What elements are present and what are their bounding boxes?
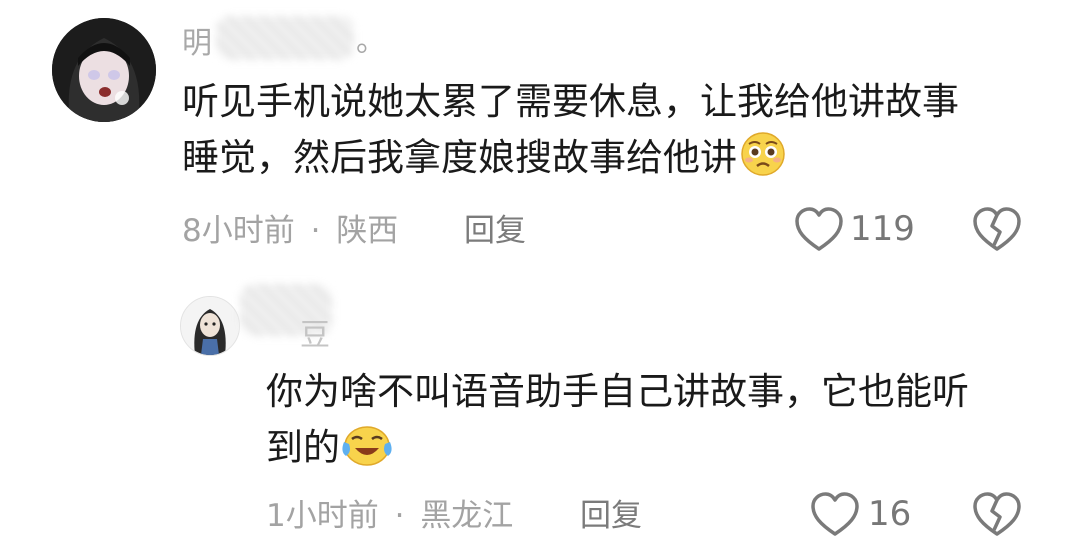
timestamp: 1小时前 bbox=[266, 498, 379, 534]
author-name-redaction bbox=[216, 16, 354, 60]
comment-text: 听见手机说她太累了需要休息，让我给他讲故事 睡觉，然后我拿度娘搜故事给他讲 bbox=[182, 74, 1062, 194]
heart-icon bbox=[810, 492, 860, 538]
dislike-button[interactable] bbox=[972, 207, 1024, 253]
like-button[interactable]: 16 bbox=[810, 490, 920, 538]
meta-separator: · bbox=[394, 498, 405, 534]
author-name-suffix: 。 bbox=[356, 24, 386, 59]
dislike-button[interactable] bbox=[972, 492, 1024, 538]
laughing-crying-face-icon bbox=[342, 422, 392, 484]
like-button[interactable]: 119 bbox=[794, 205, 915, 253]
avatar[interactable] bbox=[52, 18, 156, 122]
broken-heart-icon bbox=[972, 492, 1024, 538]
comment-text-line: 你为啥不叫语音助手自己讲故事，它也能听 bbox=[266, 370, 969, 413]
like-count: 119 bbox=[850, 209, 915, 249]
author-name[interactable]: 豆 bbox=[300, 318, 330, 354]
avatar[interactable] bbox=[180, 296, 240, 356]
pleading-face-icon bbox=[739, 130, 787, 194]
comment-meta: 1小时前 · 黑龙江 bbox=[266, 496, 513, 536]
comment-text-line: 听见手机说她太累了需要休息，让我给他讲故事 bbox=[182, 80, 959, 123]
location: 陕西 bbox=[336, 213, 399, 249]
comment-meta: 8小时前 · 陕西 bbox=[182, 211, 398, 251]
author-name[interactable]: 明 bbox=[182, 24, 212, 64]
author-name-visible: 豆 bbox=[300, 318, 330, 353]
meta-separator: · bbox=[310, 213, 321, 249]
comment-text: 你为啥不叫语音助手自己讲故事，它也能听 到的 bbox=[266, 364, 1056, 484]
location: 黑龙江 bbox=[420, 498, 514, 534]
comment-text-line-2: 睡觉，然后我拿度娘搜故事给他讲 bbox=[182, 130, 1062, 194]
like-count: 16 bbox=[868, 494, 912, 534]
timestamp: 8小时前 bbox=[182, 213, 295, 249]
author-name-visible: 明 bbox=[182, 26, 212, 61]
comment-text-line-2: 到的 bbox=[266, 420, 1056, 484]
broken-heart-icon bbox=[972, 207, 1024, 253]
heart-icon bbox=[794, 207, 844, 253]
reply-button[interactable]: 回复 bbox=[464, 211, 526, 251]
reply-button[interactable]: 回复 bbox=[580, 496, 642, 536]
